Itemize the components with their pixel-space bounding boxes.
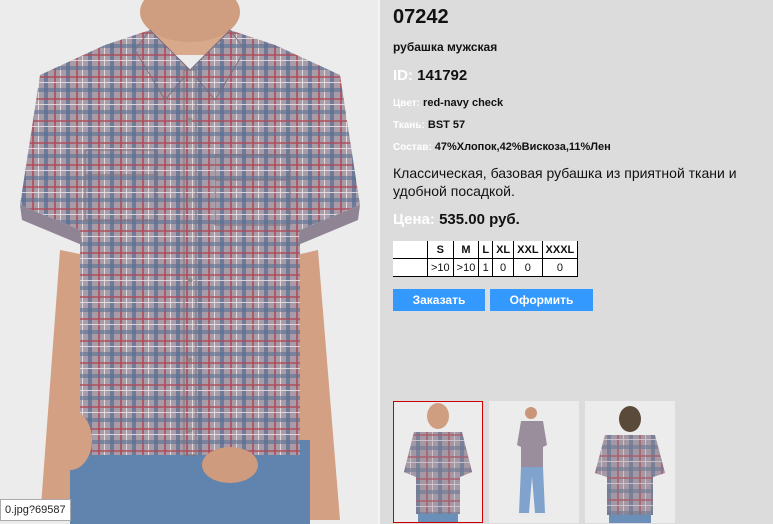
product-sku: 07242 [393,6,449,28]
thumbnail-full-body[interactable] [489,401,579,523]
stock-cell: 0 [542,258,579,277]
id-label: ID: [393,67,413,84]
column-divider [378,0,380,524]
order-button[interactable]: Заказать [393,289,485,311]
stock-cell: 1 [478,258,494,277]
thumbnail-back[interactable] [585,401,675,523]
composition-row: Состав: 47%Хлопок,42%Вискоза,11%Лен [393,141,611,153]
main-product-photo[interactable] [0,0,378,524]
size-header-cell: L [478,241,494,259]
stock-row-corner [393,258,428,277]
composition-value: 47%Хлопок,42%Вискоза,11%Лен [434,141,611,153]
stock-cell: 0 [513,258,543,277]
fabric-label: Ткань: [393,120,425,131]
size-header-cell: S [427,241,454,259]
thumbnail-image [394,402,482,522]
checkout-button[interactable]: Оформить [490,289,593,311]
size-stock-table: S M L XL XXL XXXL >10 >10 1 0 0 0 [393,241,579,277]
color-row: Цвет: red-navy check [393,97,503,109]
fabric-value: BST 57 [427,119,466,131]
thumbnail-image [489,401,579,523]
stock-cell: >10 [427,258,454,277]
product-id-row: ID: 141792 [393,67,467,84]
composition-label: Состав: [393,142,432,153]
price-row: Цена: 535.00 руб. [393,211,520,228]
price-value: 535.00 руб. [439,211,520,228]
color-label: Цвет: [393,98,420,109]
fabric-row: Ткань: BST 57 [393,119,465,131]
size-header-corner [393,241,428,259]
size-stock-row: >10 >10 1 0 0 0 [393,258,579,277]
thumbnail-front-closeup[interactable] [393,401,483,523]
size-header-cell: XXXL [542,241,579,259]
thumbnail-image [585,401,675,523]
stock-cell: >10 [453,258,480,277]
status-url-tooltip: 0.jpg?69587 [0,499,71,521]
size-header-cell: M [453,241,480,259]
product-name: рубашка мужская [393,40,498,54]
price-label: Цена: [393,211,435,228]
product-description: Классическая, базовая рубашка из приятно… [393,165,737,199]
shirt-model-image [0,0,378,524]
size-header-row: S M L XL XXL XXXL [393,241,579,259]
stock-cell: 0 [492,258,515,277]
size-header-cell: XL [492,241,515,259]
color-value: red-navy check [423,97,504,109]
id-value: 141792 [417,67,468,84]
size-header-cell: XXL [513,241,543,259]
